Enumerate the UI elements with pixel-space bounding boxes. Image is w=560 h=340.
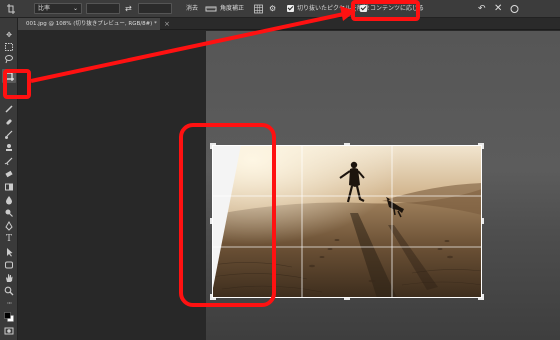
commit-icon[interactable] (510, 2, 519, 16)
straighten-label[interactable]: 角度補正 (220, 2, 244, 16)
desert-photo-image (212, 145, 482, 298)
lasso-tool-icon[interactable] (4, 54, 14, 64)
clone-stamp-tool-icon[interactable] (4, 143, 14, 153)
crop-handle-left[interactable] (210, 218, 212, 224)
dodge-tool-icon[interactable] (4, 208, 14, 218)
ratio-select[interactable]: 比率 ⌄ (34, 3, 82, 14)
gradient-tool-icon[interactable] (4, 182, 14, 192)
healing-brush-tool-icon[interactable] (4, 117, 14, 127)
type-tool-icon[interactable]: T (4, 234, 14, 244)
document-tab[interactable]: 001.jpg @ 108% (切り抜きプレビュー, RGB/8#) * (18, 18, 160, 30)
foreground-background-color-icon[interactable] (4, 312, 14, 322)
eraser-tool-icon[interactable] (4, 169, 14, 179)
more-tools-icon[interactable]: ··· (4, 299, 14, 309)
marquee-tool-icon[interactable] (4, 42, 14, 52)
cancel-icon[interactable]: ✕ (494, 2, 502, 16)
ratio-label: 比率 (38, 5, 51, 12)
close-icon[interactable]: × (164, 18, 170, 30)
grid-overlay-icon[interactable] (254, 2, 263, 16)
crop-handle-top-right-vertical[interactable] (482, 143, 484, 149)
straighten-icon[interactable] (205, 2, 217, 16)
path-selection-tool-icon[interactable] (4, 247, 14, 257)
height-input[interactable] (138, 3, 172, 14)
shape-tool-icon[interactable] (4, 260, 14, 270)
content-aware-checkbox[interactable] (360, 5, 367, 12)
delete-cropped-label[interactable]: 切り抜いたピクセルを削除 (297, 2, 369, 16)
chevron-down-icon: ⌄ (72, 5, 78, 12)
tools-panel: ✥ T ··· (0, 18, 18, 340)
move-tool-icon[interactable]: ✥ (4, 30, 14, 40)
history-brush-tool-icon[interactable] (4, 156, 14, 166)
content-aware-label[interactable]: コンテンツに応じる (370, 2, 424, 16)
quick-mask-icon[interactable] (4, 326, 14, 336)
crop-handle-bottom-left-vertical[interactable] (210, 294, 212, 300)
crop-handle-bottom[interactable] (344, 298, 350, 300)
delete-cropped-checkbox[interactable] (287, 5, 294, 12)
brush-tool-icon[interactable] (4, 130, 14, 140)
document-tab-bar: 001.jpg @ 108% (切り抜きプレビュー, RGB/8#) * × (18, 18, 560, 30)
crop-handle-top[interactable] (344, 143, 350, 145)
hand-tool-icon[interactable] (4, 273, 14, 283)
crop-handle-top-left-vertical[interactable] (210, 143, 212, 149)
document-tab-title: 001.jpg @ 108% (切り抜きプレビュー, RGB/8#) * (26, 21, 157, 27)
document-canvas[interactable] (18, 31, 560, 340)
width-input[interactable] (86, 3, 120, 14)
swap-icon[interactable]: ⇄ (125, 2, 132, 16)
crop-tool-preset-icon[interactable] (6, 2, 16, 16)
eyedropper-tool-icon[interactable] (4, 104, 14, 114)
options-bar: 比率 ⌄ ⇄ 消去 角度補正 ⚙ 切り抜いたピクセルを削除 コンテンツに応じる … (0, 0, 560, 18)
crop-preview[interactable] (212, 145, 482, 298)
crop-handle-bottom-right-vertical[interactable] (482, 294, 484, 300)
gear-icon[interactable]: ⚙ (269, 2, 276, 16)
pen-tool-icon[interactable] (4, 221, 14, 231)
crop-tool-icon[interactable] (2, 69, 16, 83)
reset-icon[interactable]: ↶ (478, 2, 486, 16)
clear-button[interactable]: 消去 (186, 2, 198, 16)
zoom-tool-icon[interactable] (4, 286, 14, 296)
blur-tool-icon[interactable] (4, 195, 14, 205)
crop-handle-right[interactable] (482, 218, 484, 224)
